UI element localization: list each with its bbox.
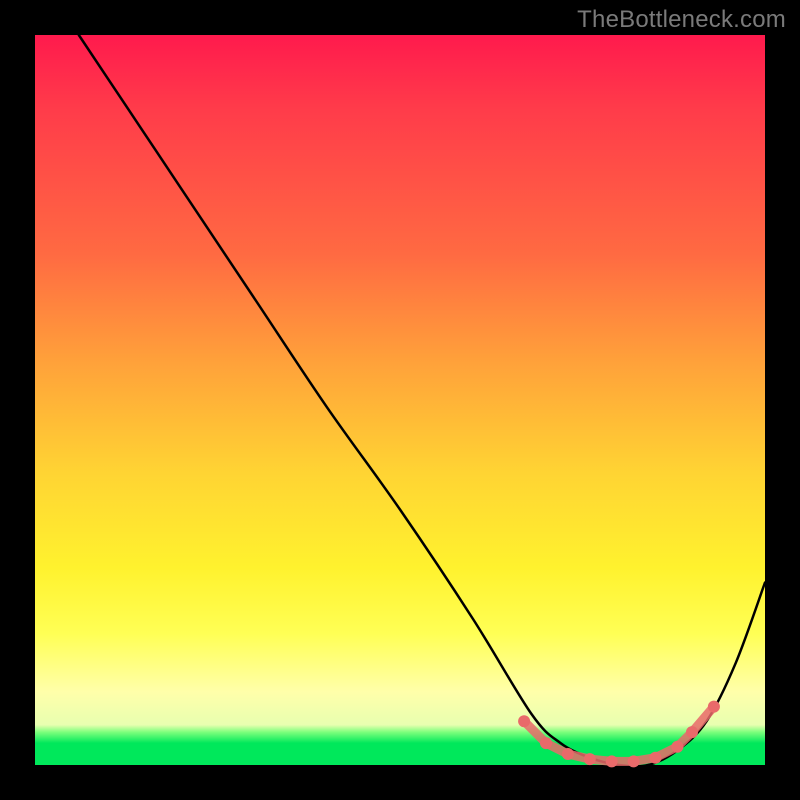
curve-layer xyxy=(35,35,765,765)
highlight-dot xyxy=(606,755,618,767)
highlight-dot xyxy=(540,737,552,749)
gradient-plot-area xyxy=(35,35,765,765)
highlight-underline xyxy=(524,707,714,762)
bottleneck-curve xyxy=(79,35,765,766)
highlight-dot xyxy=(650,752,662,764)
watermark-text: TheBottleneck.com xyxy=(577,6,786,34)
chart-frame: TheBottleneck.com xyxy=(0,0,800,800)
highlight-dot xyxy=(518,715,530,727)
highlight-dot xyxy=(708,701,720,713)
highlight-dot xyxy=(562,748,574,760)
highlight-dot xyxy=(584,753,596,765)
highlight-dot xyxy=(686,726,698,738)
highlight-dot xyxy=(671,741,683,753)
highlight-dot xyxy=(628,755,640,767)
